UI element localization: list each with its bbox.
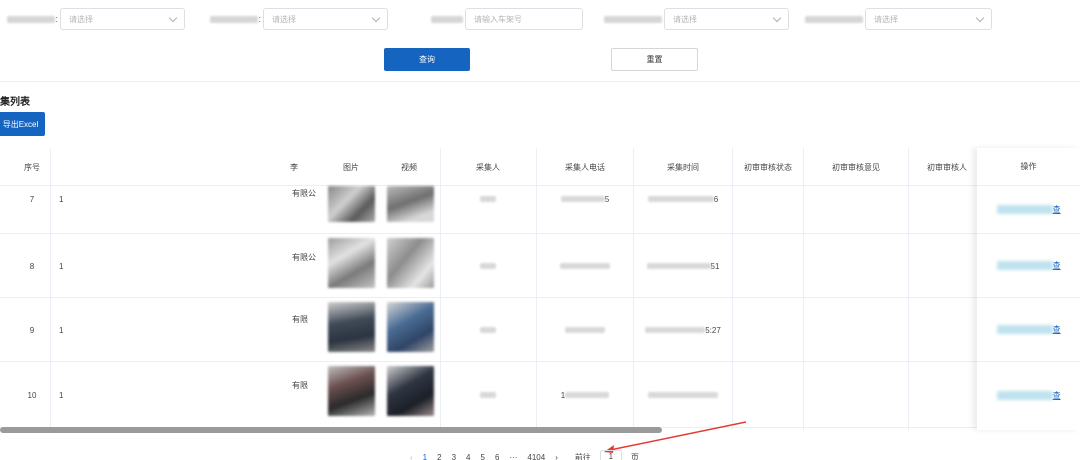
goto-page-input[interactable]: 1 (599, 450, 622, 460)
filter-field-1: : 请选择 (0, 8, 185, 30)
row-action-cell: 查 (977, 186, 1080, 234)
prev-page-button[interactable]: ‹ (410, 453, 413, 460)
actions-column: 操作 查 查 查 查 (977, 148, 1080, 430)
filter-select-4[interactable]: 请选择 (664, 8, 789, 30)
table-row: 7 1 有限公 5 6 (0, 186, 1080, 234)
data-table: 序号 李 图片 视频 采集人 采集人电话 采集时间 初审审核状态 初审审核意见 … (0, 148, 1080, 430)
vehicle-photo[interactable] (328, 186, 375, 222)
filter-select-1[interactable]: 请选择 (60, 8, 185, 30)
header-image: 图片 (343, 162, 359, 172)
goto-label: 前往 (574, 452, 591, 460)
table-row: 8 1 有限公 51 (0, 234, 1080, 298)
filter-label-5 (803, 14, 865, 24)
vehicle-video-thumbnail[interactable] (387, 366, 434, 416)
reset-button[interactable]: 重置 (611, 48, 698, 71)
row-phone-tail: 5 (604, 194, 610, 204)
filter-select-5[interactable]: 请选择 (865, 8, 992, 30)
query-button[interactable]: 查询 (384, 48, 470, 71)
header-collector: 采集人 (476, 162, 500, 172)
chevron-down-icon (975, 13, 985, 23)
filter-field-4: 请选择 (602, 8, 789, 30)
row-time-tail: 5:27 (705, 325, 721, 335)
filter-select-1-placeholder: 请选择 (69, 14, 93, 24)
vehicle-video-thumbnail[interactable] (387, 302, 434, 352)
vehicle-photo[interactable] (328, 366, 375, 416)
page-unit-label: 页 (630, 452, 639, 460)
page-number-1[interactable]: 1 (423, 453, 427, 460)
row-company: 有限 (292, 314, 308, 324)
row-company: 有限公 (292, 188, 316, 198)
filter-select-5-placeholder: 请选择 (874, 14, 898, 24)
row-col2: 1 (59, 325, 64, 335)
table-row: 9 1 有限 5:27 (0, 298, 1080, 362)
row-col2: 1 (59, 194, 64, 204)
table-row: 10 1 有限 1 (0, 362, 1080, 428)
vehicle-video-thumbnail[interactable] (387, 186, 434, 222)
view-link[interactable]: 查 (1053, 390, 1061, 401)
horizontal-scrollbar[interactable] (0, 427, 662, 433)
next-page-button[interactable]: › (555, 453, 558, 460)
row-index: 10 (27, 390, 37, 400)
row-time-tail: 51 (710, 261, 720, 271)
header-first-reviewer: 初审审核人 (927, 162, 967, 172)
export-excel-button[interactable]: 导出Excel (0, 112, 45, 136)
vin-input[interactable]: 请输入车架号 (465, 8, 583, 30)
chevron-down-icon (371, 13, 381, 23)
filter-bar: : 请选择 : 请选择 请输入车架号 请选择 请选择 查询 重置 (0, 0, 1080, 82)
chevron-down-icon (168, 13, 178, 23)
page-number-6[interactable]: 6 (495, 453, 499, 460)
page-number-4[interactable]: 4 (466, 453, 470, 460)
page-number-last[interactable]: 4104 (527, 453, 545, 460)
header-partial: 李 (290, 162, 298, 172)
pagination: ‹ 1 2 3 4 5 6 ··· 4104 › 前往 1 页 (405, 450, 644, 460)
vehicle-video-thumbnail[interactable] (387, 238, 434, 288)
row-company: 有限公 (292, 252, 316, 262)
row-col2: 1 (59, 261, 64, 271)
header-index: 序号 (24, 162, 40, 172)
header-actions: 操作 (977, 148, 1080, 186)
header-first-review-opinion: 初审审核意见 (832, 162, 880, 172)
filter-field-5: 请选择 (803, 8, 992, 30)
filter-select-2-placeholder: 请选择 (272, 14, 296, 24)
filter-label-1: : (0, 14, 60, 24)
row-index: 8 (29, 261, 35, 271)
filter-label-2: : (203, 14, 263, 24)
row-company: 有限 (292, 380, 308, 390)
header-video: 视频 (401, 162, 417, 172)
row-col2: 1 (59, 390, 64, 400)
page-number-5[interactable]: 5 (480, 453, 484, 460)
filter-label-plate (405, 14, 465, 24)
row-time-tail: 6 (713, 194, 719, 204)
row-action-cell: 查 (977, 298, 1080, 362)
filter-label-4 (602, 14, 664, 24)
filter-field-2: : 请选择 (203, 8, 388, 30)
section-title: 集列表 (0, 97, 30, 108)
pagination-ellipsis[interactable]: ··· (509, 453, 517, 460)
vin-input-placeholder: 请输入车架号 (474, 14, 522, 24)
vehicle-photo[interactable] (328, 302, 375, 352)
page: : 请选择 : 请选择 请输入车架号 请选择 请选择 查询 重置 集列表 导出E… (0, 0, 1080, 460)
row-action-cell: 查 (977, 234, 1080, 298)
page-number-3[interactable]: 3 (452, 453, 456, 460)
header-collect-time: 采集时间 (667, 162, 699, 172)
view-link[interactable]: 查 (1053, 204, 1061, 215)
row-index: 9 (29, 325, 35, 335)
view-link[interactable]: 查 (1053, 324, 1061, 335)
chevron-down-icon (772, 13, 782, 23)
filter-select-2[interactable]: 请选择 (263, 8, 388, 30)
header-first-review-status: 初审审核状态 (744, 162, 792, 172)
filter-select-4-placeholder: 请选择 (673, 14, 697, 24)
row-index: 7 (29, 194, 35, 204)
row-action-cell: 查 (977, 362, 1080, 428)
vehicle-photo[interactable] (328, 238, 375, 288)
page-number-2[interactable]: 2 (437, 453, 441, 460)
filter-field-plate: 请输入车架号 (405, 8, 583, 30)
view-link[interactable]: 查 (1053, 260, 1061, 271)
header-collector-phone: 采集人电话 (565, 162, 605, 172)
table-header: 序号 李 图片 视频 采集人 采集人电话 采集时间 初审审核状态 初审审核意见 … (0, 148, 1080, 186)
